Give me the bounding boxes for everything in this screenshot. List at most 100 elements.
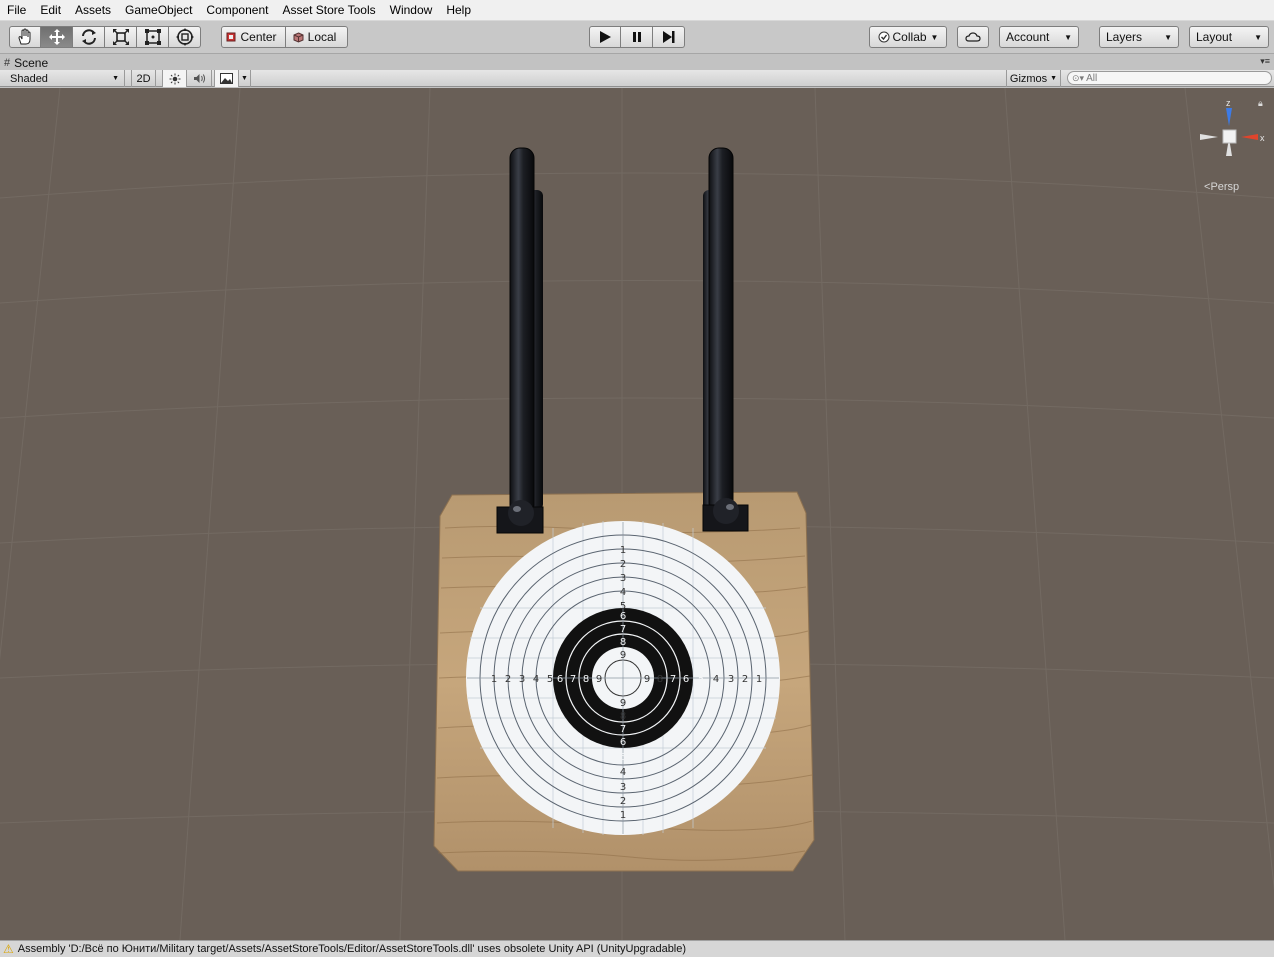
scene-viewport[interactable]: 123456789987654321 123456789987654321 🔒︎: [0, 88, 1274, 940]
orientation-gizmo[interactable]: z x: [1196, 96, 1272, 176]
target-number-horizontal: 5: [698, 674, 704, 685]
layout-label: Layout: [1196, 30, 1233, 44]
rect-tool-icon: [144, 29, 161, 45]
target-number-vertical: 9: [620, 698, 626, 709]
scene-tab-label: Scene: [14, 55, 49, 70]
main-toolbar: Center Local Collab ▼ Account ▼ Layers ▼…: [0, 21, 1274, 54]
transform-tool-button[interactable]: [169, 26, 201, 48]
menu-gameobject[interactable]: GameObject: [118, 0, 199, 21]
scale-tool-icon: [112, 29, 129, 45]
menu-file[interactable]: File: [0, 0, 33, 21]
right-post: [702, 147, 749, 532]
draw-mode-dropdown[interactable]: Shaded ▼: [0, 70, 125, 87]
target-number-horizontal: 6: [557, 674, 563, 685]
play-icon: [600, 31, 611, 43]
layers-dropdown[interactable]: Layers ▼: [1099, 26, 1179, 48]
draw-mode-label: Shaded: [10, 72, 48, 85]
collab-check-icon: [878, 31, 890, 43]
cloud-button[interactable]: [957, 26, 989, 48]
scene-toolbar: Shaded ▼ 2D ▼ Gizmos ▼ ⊙▾ All: [0, 70, 1274, 87]
pause-button[interactable]: [621, 26, 653, 48]
space-label: Local: [307, 30, 337, 44]
hand-tool-button[interactable]: [9, 26, 41, 48]
image-effects-icon: [220, 73, 233, 84]
target-number-horizontal: 3: [728, 674, 734, 685]
gizmo-center-cube[interactable]: [1222, 129, 1237, 144]
audio-toggle[interactable]: [187, 70, 212, 87]
chevron-down-icon: ▼: [1064, 32, 1072, 42]
gizmo-z-cone[interactable]: [1226, 108, 1232, 126]
menu-assets[interactable]: Assets: [68, 0, 118, 21]
step-button[interactable]: [653, 26, 685, 48]
target-number-horizontal: 7: [570, 674, 576, 685]
target-number-horizontal: 4: [713, 674, 719, 685]
target-number-vertical: 8: [620, 637, 626, 648]
status-message: Assembly 'D:/Всё по Юнити/Military targe…: [17, 943, 687, 955]
status-bar[interactable]: ⚠ Assembly 'D:/Всё по Юнити/Military tar…: [0, 940, 1274, 957]
move-tool-icon: [48, 29, 65, 45]
target-number-horizontal: 3: [519, 674, 525, 685]
account-label: Account: [1006, 30, 1050, 44]
scene-render: 123456789987654321 123456789987654321: [0, 88, 1274, 940]
search-icon: ⊙▾: [1072, 72, 1085, 83]
chevron-down-icon: ▼: [1164, 32, 1172, 42]
left-post: [496, 147, 544, 534]
chevron-down-icon: ▼: [1254, 32, 1262, 42]
rotate-tool-button[interactable]: [73, 26, 105, 48]
target-number-horizontal: 9: [596, 674, 602, 685]
target-number-horizontal: 1: [756, 674, 762, 685]
menu-help[interactable]: Help: [439, 0, 478, 21]
target-number-horizontal: 2: [742, 674, 748, 685]
target-number-vertical: 3: [620, 573, 626, 584]
chevron-down-icon: ▼: [1050, 75, 1058, 82]
tab-scene[interactable]: # Scene: [4, 55, 48, 70]
target-number-horizontal: 8: [657, 674, 663, 685]
layout-dropdown[interactable]: Layout ▼: [1189, 26, 1269, 48]
gizmo-x-label: x: [1260, 133, 1265, 143]
collab-label: Collab: [892, 30, 927, 44]
pivot-center-button[interactable]: Center: [221, 26, 286, 48]
pivot-label: Center: [240, 30, 277, 44]
menu-edit[interactable]: Edit: [33, 0, 68, 21]
toggle-2d-button[interactable]: 2D: [131, 70, 156, 87]
camera-projection-toggle[interactable]: <Persp: [1204, 181, 1239, 193]
target-number-horizontal: 1: [491, 674, 497, 685]
pivot-space-button[interactable]: Local: [286, 26, 348, 48]
warning-icon: ⚠: [3, 942, 14, 956]
menu-asset-store-tools[interactable]: Asset Store Tools: [275, 0, 382, 21]
scene-search-input[interactable]: ⊙▾ All: [1067, 71, 1272, 85]
gizmo-neg-x-cone[interactable]: [1200, 134, 1218, 140]
mode-2d-label: 2D: [136, 72, 151, 85]
play-button[interactable]: [589, 26, 621, 48]
move-tool-button[interactable]: [41, 26, 73, 48]
lighting-toggle[interactable]: [162, 70, 187, 87]
effects-toggle[interactable]: [214, 70, 239, 87]
gizmos-dropdown[interactable]: Gizmos ▼: [1006, 70, 1061, 87]
target-number-vertical: 7: [620, 724, 626, 735]
effects-dropdown[interactable]: ▼: [239, 70, 251, 87]
target-number-vertical: 5: [620, 752, 626, 763]
target-number-vertical: 2: [620, 559, 626, 570]
collab-dropdown[interactable]: Collab ▼: [869, 26, 947, 48]
rect-tool-button[interactable]: [137, 26, 169, 48]
target-number-vertical: 4: [620, 767, 626, 778]
account-dropdown[interactable]: Account ▼: [999, 26, 1079, 48]
target-number-vertical: 3: [620, 782, 626, 793]
menu-component[interactable]: Component: [199, 0, 275, 21]
target-number-vertical: 9: [620, 650, 626, 661]
grid-icon: #: [4, 56, 11, 69]
scale-tool-button[interactable]: [105, 26, 137, 48]
tab-menu-icon[interactable]: ▾≡: [1260, 56, 1270, 67]
target-number-vertical: 1: [620, 545, 626, 556]
chevron-down-icon: ▼: [112, 75, 119, 82]
gizmo-x-cone[interactable]: [1241, 134, 1258, 140]
target-number-horizontal: 4: [533, 674, 539, 685]
target-number-vertical: 7: [620, 624, 626, 635]
gizmos-label: Gizmos: [1009, 72, 1048, 85]
search-placeholder: All: [1086, 72, 1098, 84]
target-number-vertical: 6: [620, 611, 626, 622]
target-number-horizontal: 9: [644, 674, 650, 685]
pause-icon: [632, 32, 641, 42]
menu-window[interactable]: Window: [383, 0, 440, 21]
step-icon: [662, 31, 674, 43]
